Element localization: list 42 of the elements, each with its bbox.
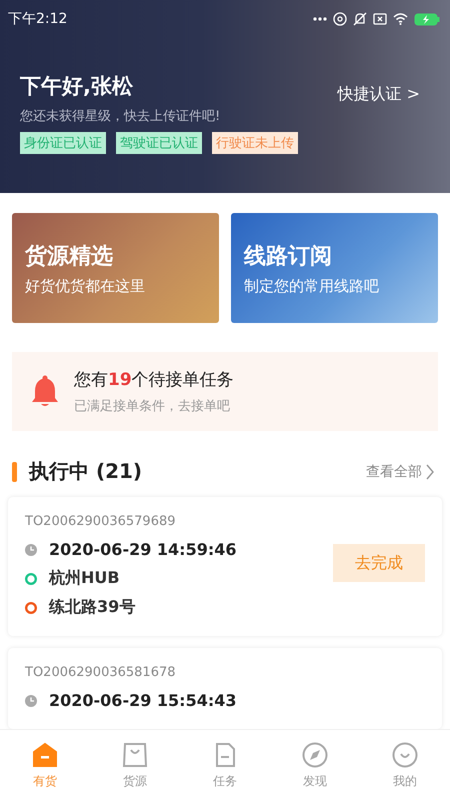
quick-auth-link[interactable]: 快捷认证 > <box>338 84 420 105</box>
smile-icon <box>391 740 419 768</box>
home-icon <box>31 740 59 768</box>
order-number: TO2006290036581678 <box>25 665 177 680</box>
origin-place: 杭州HUB <box>49 568 120 589</box>
promo-card[interactable]: 货源精选 好货优货都在这里 <box>12 213 219 323</box>
destination-place: 练北路39号 <box>49 597 136 618</box>
greeting-title: 下午好,张松 <box>20 73 133 100</box>
notice-title: 您有19个待接单任务 <box>74 369 234 391</box>
more-icon <box>313 17 327 21</box>
clock-icon <box>25 694 37 706</box>
status-time: 下午2:12 <box>8 10 68 28</box>
order-time: 2020-06-29 14:59:46 <box>49 540 237 559</box>
notice-subtitle: 已满足接单条件，去接单吧 <box>74 398 231 415</box>
certificate-tag: 身份证已认证 <box>20 132 106 154</box>
tab-item[interactable]: 任务 <box>180 730 270 800</box>
origin-dot-icon <box>25 572 37 584</box>
promo-card[interactable]: 线路订阅 制定您的常用线路吧 <box>231 213 438 323</box>
bell-icon <box>30 374 60 408</box>
notice-card[interactable]: 您有19个待接单任务 已满足接单条件，去接单吧 <box>12 352 438 431</box>
order-card[interactable]: TO2006290036581678 2020-06-29 15:54:43 <box>8 648 442 729</box>
order-card[interactable]: TO2006290036579689 2020-06-29 14:59:46 杭州HUB 练北路39号 去完成 <box>8 497 442 636</box>
certificate-tag: 驾驶证已认证 <box>116 132 202 154</box>
battery-icon <box>414 12 440 26</box>
tab-item[interactable]: 我的 <box>360 730 450 800</box>
wifi-icon <box>393 13 408 25</box>
bag-icon <box>121 740 149 768</box>
tab-item[interactable]: 发现 <box>270 730 360 800</box>
chevron-right-icon <box>426 464 434 480</box>
clock-icon <box>25 544 37 556</box>
view-all-link[interactable]: 查看全部 <box>366 462 434 480</box>
tab-item[interactable]: 货源 <box>90 730 180 800</box>
order-time: 2020-06-29 15:54:43 <box>49 691 237 710</box>
complete-button[interactable]: 去完成 <box>333 544 425 582</box>
upload-hint: 您还未获得星级，快去上传证件吧! <box>19 108 222 125</box>
section-marker <box>12 462 17 482</box>
destination-dot-icon <box>25 602 37 614</box>
certificate-tag: 行驶证未上传 <box>212 132 298 154</box>
order-number: TO2006290036579689 <box>25 514 177 529</box>
section-title: 执行中 (21) <box>29 458 142 485</box>
tab-item[interactable]: 有货 <box>0 730 90 800</box>
compass-icon <box>301 740 329 768</box>
